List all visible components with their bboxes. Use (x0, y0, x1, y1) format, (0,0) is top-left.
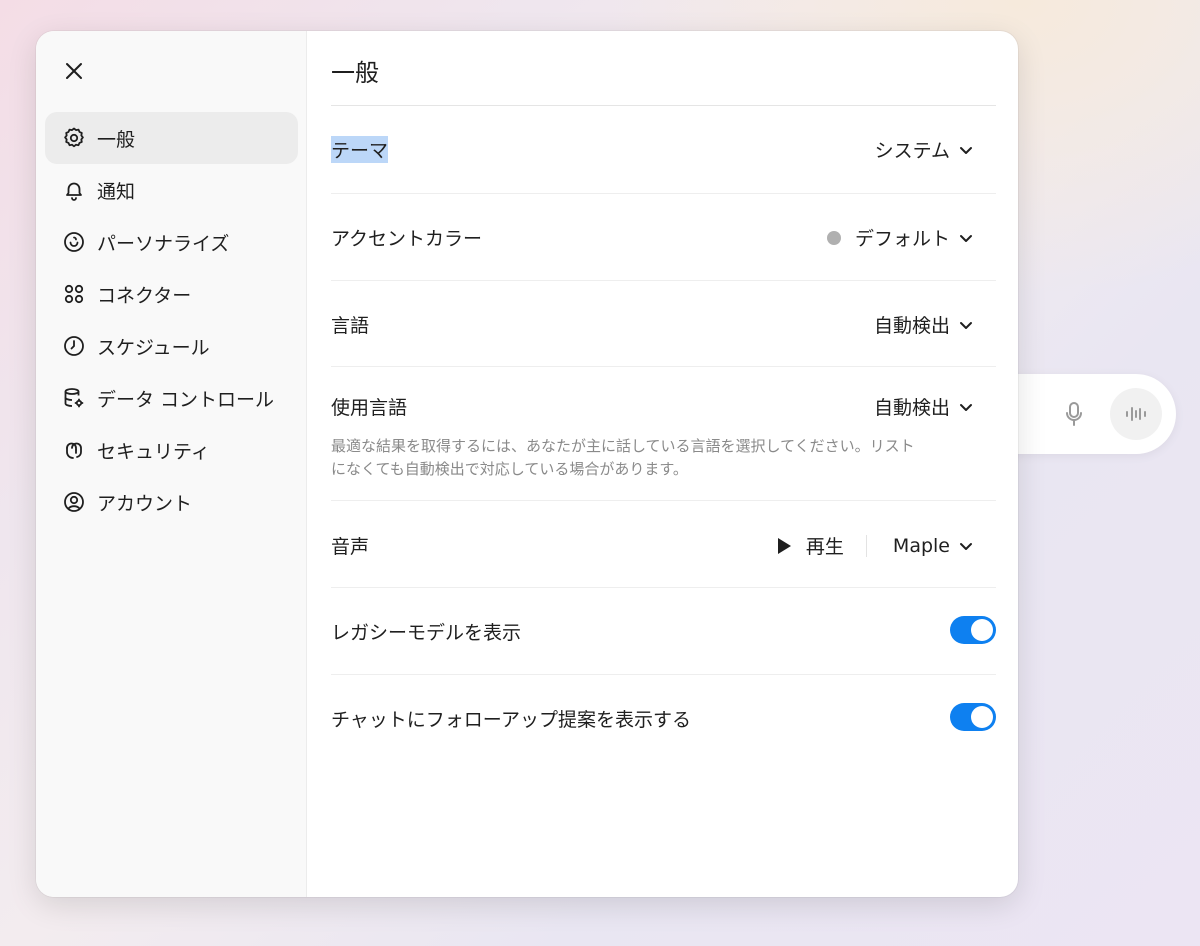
spoken-language-dropdown[interactable]: 自動検出 (874, 393, 974, 420)
database-gear-icon (61, 385, 87, 411)
voice-value: Maple (892, 534, 950, 557)
toggle-knob (971, 619, 993, 641)
follow-up-toggle[interactable] (950, 703, 996, 731)
sidebar-item-account[interactable]: アカウント (45, 476, 298, 528)
legacy-models-toggle[interactable] (950, 616, 996, 644)
sidebar-item-label: 一般 (97, 128, 136, 151)
close-button[interactable] (58, 55, 90, 87)
language-value: 自動検出 (873, 315, 950, 337)
setting-row-follow-up-suggestions: チャットにフォローアップ提案を表示する (331, 675, 996, 762)
chevron-down-icon (958, 538, 974, 554)
play-icon (776, 537, 792, 555)
theme-label: テーマ (331, 136, 389, 163)
settings-modal: 一般 通知 パーソナライズ コネクター スケジュール データ コントロール セキ… (36, 31, 1018, 897)
sidebar-item-data-controls[interactable]: データ コントロール (45, 372, 298, 424)
sidebar-item-personalize[interactable]: パーソナライズ (45, 216, 298, 268)
sidebar-item-label: アカウント (97, 492, 193, 515)
voice-controls: 再生 Maple (776, 532, 974, 559)
sidebar-item-security[interactable]: セキュリティ (45, 424, 298, 476)
clock-icon (61, 333, 87, 359)
theme-dropdown[interactable]: システム (875, 136, 974, 163)
sidebar-item-notifications[interactable]: 通知 (45, 164, 298, 216)
sidebar-item-label: コネクター (97, 284, 192, 307)
voice-dropdown[interactable]: Maple (893, 535, 974, 557)
voice-divider (865, 534, 867, 557)
page-title: 一般 (331, 59, 379, 87)
connectors-icon (61, 281, 87, 307)
sidebar-item-connectors[interactable]: コネクター (45, 268, 298, 320)
accent-color-dropdown[interactable]: デフォルト (826, 224, 974, 251)
setting-row-spoken-language: 使用言語 自動検出 最適な結果を取得するには、あなたが主に話している言語を選択し… (331, 367, 996, 501)
chevron-down-icon (958, 399, 974, 415)
sidebar-item-label: 通知 (97, 180, 136, 203)
sidebar-item-label: データ コントロール (97, 388, 275, 411)
setting-row-voice: 音声 再生 Maple (331, 501, 996, 588)
accent-color-value: デフォルト (854, 228, 950, 250)
voice-label: 音声 (331, 536, 370, 558)
spoken-language-description: 最適な結果を取得するには、あなたが主に話している言語を選択してください。リストに… (331, 437, 915, 478)
play-voice-button[interactable]: 再生 (776, 532, 844, 559)
account-icon (61, 489, 87, 515)
language-dropdown[interactable]: 自動検出 (874, 311, 974, 338)
personalize-icon (61, 229, 87, 255)
chevron-down-icon (958, 230, 974, 246)
chevron-down-icon (958, 317, 974, 333)
close-icon (66, 63, 82, 79)
sidebar-item-schedule[interactable]: スケジュール (45, 320, 298, 372)
theme-value: システム (874, 140, 950, 162)
spoken-language-label: 使用言語 (331, 397, 408, 419)
language-label: 言語 (331, 315, 370, 337)
accent-color-swatch (826, 230, 841, 245)
settings-nav: 一般 通知 パーソナライズ コネクター スケジュール データ コントロール セキ… (45, 112, 298, 528)
sidebar-item-label: パーソナライズ (97, 232, 230, 255)
settings-sidebar: 一般 通知 パーソナライズ コネクター スケジュール データ コントロール セキ… (36, 31, 307, 897)
spoken-language-value: 自動検出 (873, 397, 950, 419)
setting-row-legacy-models: レガシーモデルを表示 (331, 588, 996, 675)
sidebar-item-label: セキュリティ (97, 440, 210, 463)
toggle-knob (971, 706, 993, 728)
accent-color-label: アクセントカラー (331, 228, 483, 250)
setting-row-language: 言語 自動検出 (331, 281, 996, 367)
voice-mode-button[interactable] (1110, 388, 1162, 440)
security-icon (61, 437, 87, 463)
setting-row-theme: テーマ システム (331, 106, 996, 194)
microphone-icon[interactable] (1060, 400, 1088, 428)
gear-icon (61, 125, 87, 151)
play-label: 再生 (805, 536, 844, 558)
setting-row-accent-color: アクセントカラー デフォルト (331, 194, 996, 281)
follow-up-label: チャットにフォローアップ提案を表示する (331, 709, 692, 731)
legacy-models-label: レガシーモデルを表示 (331, 622, 522, 644)
bell-icon (61, 177, 87, 203)
sidebar-item-general[interactable]: 一般 (45, 112, 298, 164)
settings-content: 一般 テーマ システム アクセントカラー デフォルト 言語 自動検出 使用言語 … (307, 31, 1018, 897)
sidebar-item-label: スケジュール (97, 336, 210, 359)
chevron-down-icon (958, 142, 974, 158)
